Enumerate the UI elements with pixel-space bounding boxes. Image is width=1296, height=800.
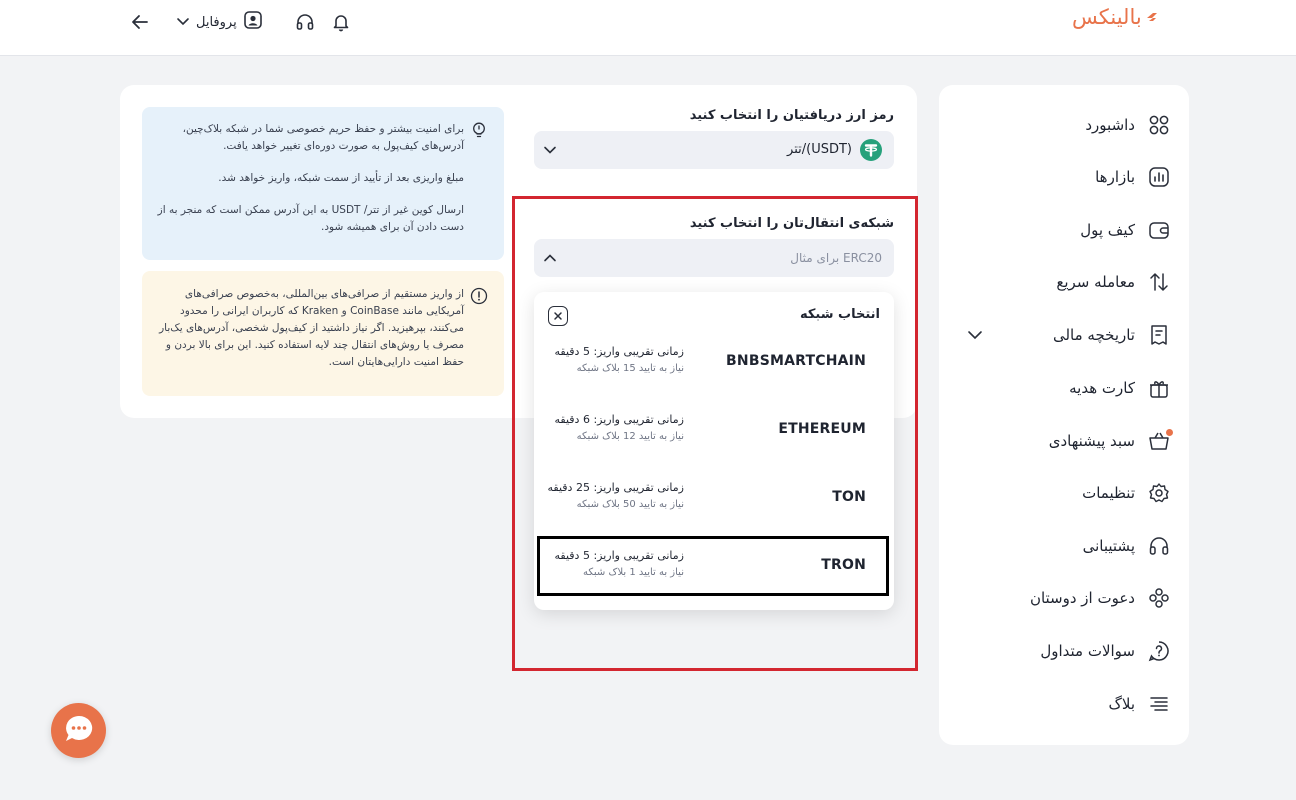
network-confirmations: نیاز به تایید 12 بلاک شبکه: [576, 431, 684, 442]
top-header: بالینکس پروفایل: [0, 0, 1296, 56]
chevron-down-icon: [542, 142, 558, 162]
blog-icon: [1147, 692, 1171, 716]
swap-icon: [1147, 270, 1171, 294]
sidebar-item-label: بازارها: [1095, 168, 1135, 186]
network-deposit-time: زمانی تقریبی واریز: 5 دقیقه: [554, 549, 684, 562]
sidebar-item-label: پشتیبانی: [1082, 537, 1135, 555]
gear-icon: [1147, 481, 1171, 505]
dashboard-icon: [1147, 113, 1171, 137]
chevron-up-icon: [542, 250, 558, 270]
gift-icon: [1147, 376, 1171, 400]
sidebar-item-blog[interactable]: بلاگ: [951, 686, 1171, 722]
receipt-icon: [1147, 323, 1171, 347]
sidebar-item-label: کیف پول: [1080, 221, 1135, 239]
lightbulb-icon: [470, 121, 488, 139]
sidebar-item-markets[interactable]: بازارها: [951, 159, 1171, 195]
network-name: ETHEREUM: [778, 421, 866, 437]
network-option-tron[interactable]: TRON زمانی تقریبی واریز: 5 دقیقه نیاز به…: [538, 537, 888, 595]
logo-mark-icon: [1146, 13, 1157, 21]
sidebar-item-faq[interactable]: سوالات متداول: [951, 633, 1171, 669]
sidebar-item-label: تنظیمات: [1082, 484, 1135, 502]
dropdown-title: انتخاب شبکه: [799, 307, 880, 322]
network-option-ton[interactable]: TON زمانی تقریبی واریز: 25 دقیقه نیاز به…: [538, 469, 888, 527]
headset-icon: [1147, 534, 1171, 558]
network-confirmations: نیاز به تایید 1 بلاک شبکه: [583, 567, 684, 578]
warning-notice: از واریز مستقیم از صرافی‌های بین‌المللی،…: [142, 271, 504, 396]
warning-text: از واریز مستقیم از صرافی‌های بین‌المللی،…: [159, 288, 464, 368]
network-option-ethereum[interactable]: ETHEREUM زمانی تقریبی واریز: 6 دقیقه نیا…: [538, 401, 888, 459]
profile-menu-button[interactable]: پروفایل: [176, 10, 263, 34]
exclamation-icon: [470, 287, 488, 305]
network-deposit-time: زمانی تقریبی واریز: 25 دقیقه: [547, 481, 684, 494]
basket-icon: [1147, 429, 1173, 453]
sidebar: داشبورد بازارها کیف پول معامله سریع تاری…: [939, 85, 1189, 745]
sidebar-item-label: داشبورد: [1085, 116, 1135, 134]
sidebar-item-label: کارت هدیه: [1069, 379, 1135, 397]
network-field-label: شبکه‌ی انتقال‌تان را انتخاب کنید: [689, 216, 894, 231]
tether-icon: [860, 139, 882, 165]
user-icon: [243, 10, 263, 34]
brand-logo[interactable]: بالینکس: [1072, 4, 1160, 30]
chat-button[interactable]: [51, 703, 106, 758]
network-dropdown: انتخاب شبکه BNBSMARTCHAIN زمانی تقریبی و…: [534, 292, 894, 610]
network-deposit-time: زمانی تقریبی واریز: 5 دقیقه: [554, 345, 684, 358]
faq-icon: [1147, 639, 1171, 663]
sidebar-item-label: بلاگ: [1108, 695, 1135, 713]
network-option-bnbsmartchain[interactable]: BNBSMARTCHAIN زمانی تقریبی واریز: 5 دقیق…: [538, 333, 888, 391]
sidebar-item-label: سوالات متداول: [1040, 642, 1135, 660]
users-icon: [1147, 586, 1171, 610]
sidebar-item-label: سبد پیشنهادی: [1048, 432, 1135, 450]
network-select-placeholder: برای مثال ERC20: [790, 251, 882, 265]
sidebar-item-quick-trade[interactable]: معامله سریع: [951, 264, 1171, 300]
chevron-down-icon: [176, 13, 190, 32]
info-text-3: ارسال کوین غیر از تتر/ USDT به این آدرس …: [157, 204, 464, 233]
sidebar-item-invite-friends[interactable]: دعوت از دوستان: [951, 580, 1171, 616]
close-icon[interactable]: [548, 306, 568, 326]
network-name: TON: [832, 489, 866, 505]
currency-select[interactable]: تتر/(USDT): [534, 131, 894, 169]
network-select[interactable]: برای مثال ERC20: [534, 239, 894, 277]
bell-icon[interactable]: [329, 10, 353, 34]
sidebar-item-settings[interactable]: تنظیمات: [951, 475, 1171, 511]
network-confirmations: نیاز به تایید 50 بلاک شبکه: [576, 499, 684, 510]
chevron-down-icon[interactable]: [965, 325, 985, 345]
currency-select-value: تتر/(USDT): [787, 142, 852, 157]
network-confirmations: نیاز به تایید 15 بلاک شبکه: [576, 363, 684, 374]
chat-bubble-icon: [62, 712, 96, 750]
sidebar-item-wallet[interactable]: کیف پول: [951, 212, 1171, 248]
network-deposit-time: زمانی تقریبی واریز: 6 دقیقه: [554, 413, 684, 426]
network-name: BNBSMARTCHAIN: [726, 353, 866, 369]
sidebar-item-label: تاریخچه مالی: [1052, 326, 1135, 344]
markets-icon: [1147, 165, 1171, 189]
info-text-2: مبلغ واریزی بعد از تأیید از سمت شبکه، وا…: [218, 172, 464, 184]
network-name: TRON: [821, 557, 866, 573]
back-arrow-icon[interactable]: [128, 10, 152, 34]
sidebar-item-support[interactable]: پشتیبانی: [951, 528, 1171, 564]
sidebar-item-label: معامله سریع: [1056, 273, 1135, 291]
sidebar-item-gift-card[interactable]: کارت هدیه: [951, 370, 1171, 406]
sidebar-item-dashboard[interactable]: داشبورد: [951, 107, 1171, 143]
headset-icon[interactable]: [293, 10, 317, 34]
info-notice: برای امنیت بیشتر و حفظ حریم خصوصی شما در…: [142, 107, 504, 260]
currency-field-label: رمز ارز دریافتیان را انتخاب کنید: [689, 108, 894, 123]
info-text-1: برای امنیت بیشتر و حفظ حریم خصوصی شما در…: [182, 123, 464, 152]
notification-dot: [1166, 429, 1173, 436]
sidebar-item-label: دعوت از دوستان: [1029, 589, 1135, 607]
logo-text: بالینکس: [1072, 5, 1142, 29]
sidebar-item-suggested-basket[interactable]: سبد پیشنهادی: [951, 423, 1173, 459]
wallet-icon: [1147, 218, 1171, 242]
profile-label: پروفایل: [196, 14, 237, 30]
